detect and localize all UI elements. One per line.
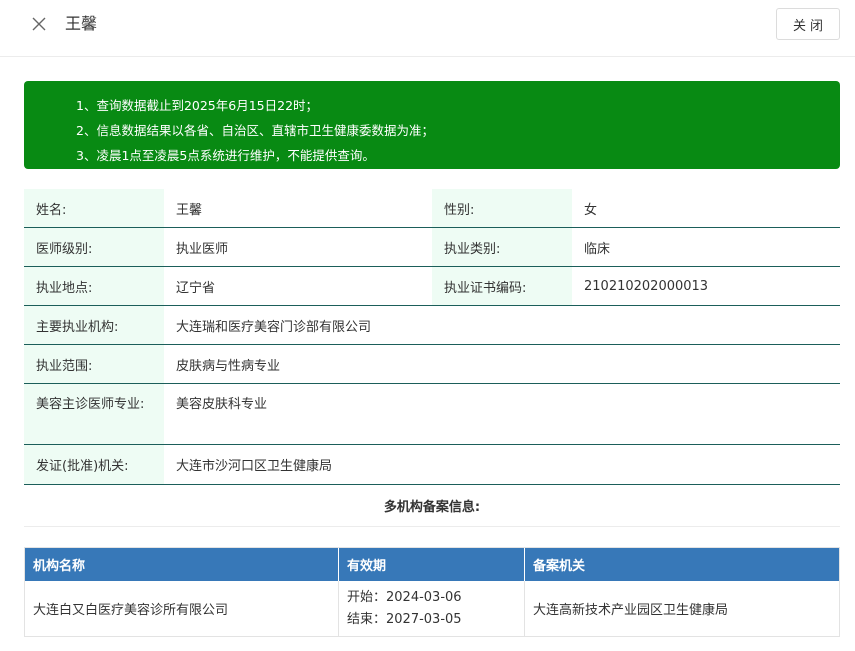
info-row: 发证(批准)机关: 大连市沙河口区卫生健康局	[24, 445, 840, 485]
dialog-title: 王馨	[65, 14, 98, 33]
cosmetic-value: 美容皮肤科专业	[176, 397, 268, 412]
location-label: 执业地点:	[24, 267, 164, 305]
scope-label: 执业范围:	[24, 345, 164, 383]
category-value: 临床	[584, 241, 611, 257]
table-header: 机构名称 有效期 备案机关	[25, 548, 839, 581]
validity-end: 结束：2027-03-05	[347, 611, 462, 627]
info-row: 主要执业机构: 大连瑞和医疗美容门诊部有限公司	[24, 306, 840, 345]
gender-label: 性别:	[432, 189, 572, 227]
multi-org-table: 机构名称 有效期 备案机关 大连白又白医疗美容诊所有限公司 开始：2024-03…	[24, 547, 840, 637]
issuer-value: 大连市沙河口区卫生健康局	[176, 459, 333, 474]
issuer-label: 发证(批准)机关:	[24, 445, 164, 484]
column-header-validity: 有效期	[339, 548, 525, 581]
name-value: 王馨	[176, 202, 203, 218]
cert-label: 执业证书编码:	[432, 267, 572, 305]
level-label: 医师级别:	[24, 228, 164, 266]
column-header-authority: 备案机关	[533, 559, 586, 574]
row-authority: 大连高新技术产业园区卫生健康局	[533, 603, 729, 618]
name-label: 姓名:	[24, 189, 164, 227]
org-value: 大连瑞和医疗美容门诊部有限公司	[176, 319, 372, 335]
close-button[interactable]: 关闭	[776, 8, 840, 40]
level-value: 执业医师	[176, 241, 229, 257]
table-row: 大连白又白医疗美容诊所有限公司 开始：2024-03-06 结束：2027-03…	[25, 581, 839, 636]
notice-line: 2、信息数据结果以各省、自治区、直辖市卫生健康委数据为准；	[76, 123, 434, 138]
row-org: 大连白又白医疗美容诊所有限公司	[25, 581, 339, 636]
column-header-org: 机构名称	[25, 548, 339, 581]
multi-org-title: 多机构备案信息:	[24, 484, 840, 527]
location-value: 辽宁省	[176, 280, 216, 296]
doctor-info-table: 姓名: 王馨 性别: 女 医师级别: 执业医师 执业类别: 临床 执业地点: 辽…	[24, 189, 840, 485]
info-row: 医师级别: 执业医师 执业类别: 临床	[24, 228, 840, 267]
notice-line: 1、查询数据截止到2025年6月15日22时；	[76, 98, 319, 113]
info-row: 执业地点: 辽宁省 执业证书编码: 210210202000013	[24, 267, 840, 306]
info-row: 姓名: 王馨 性别: 女	[24, 189, 840, 228]
category-label: 执业类别:	[432, 228, 572, 266]
row-validity: 开始：2024-03-06 结束：2027-03-05	[339, 581, 525, 636]
scope-value: 皮肤病与性病专业	[176, 358, 281, 374]
notice-line: 3、凌晨1点至凌晨5点系统进行维护，不能提供查询。	[76, 148, 375, 163]
validity-start: 开始：2024-03-06	[347, 589, 462, 605]
gender-value: 女	[584, 202, 598, 218]
org-label: 主要执业机构:	[24, 306, 164, 344]
info-row: 美容主诊医师专业: 美容皮肤科专业	[24, 384, 840, 445]
info-row: 执业范围: 皮肤病与性病专业	[24, 345, 840, 384]
dialog-header: 王馨 关闭	[0, 0, 855, 57]
cosmetic-label: 美容主诊医师专业:	[24, 384, 164, 444]
notice-banner: 1、查询数据截止到2025年6月15日22时； 2、信息数据结果以各省、自治区、…	[24, 81, 840, 169]
cert-value: 210210202000013	[584, 278, 709, 294]
close-icon[interactable]	[29, 14, 49, 34]
